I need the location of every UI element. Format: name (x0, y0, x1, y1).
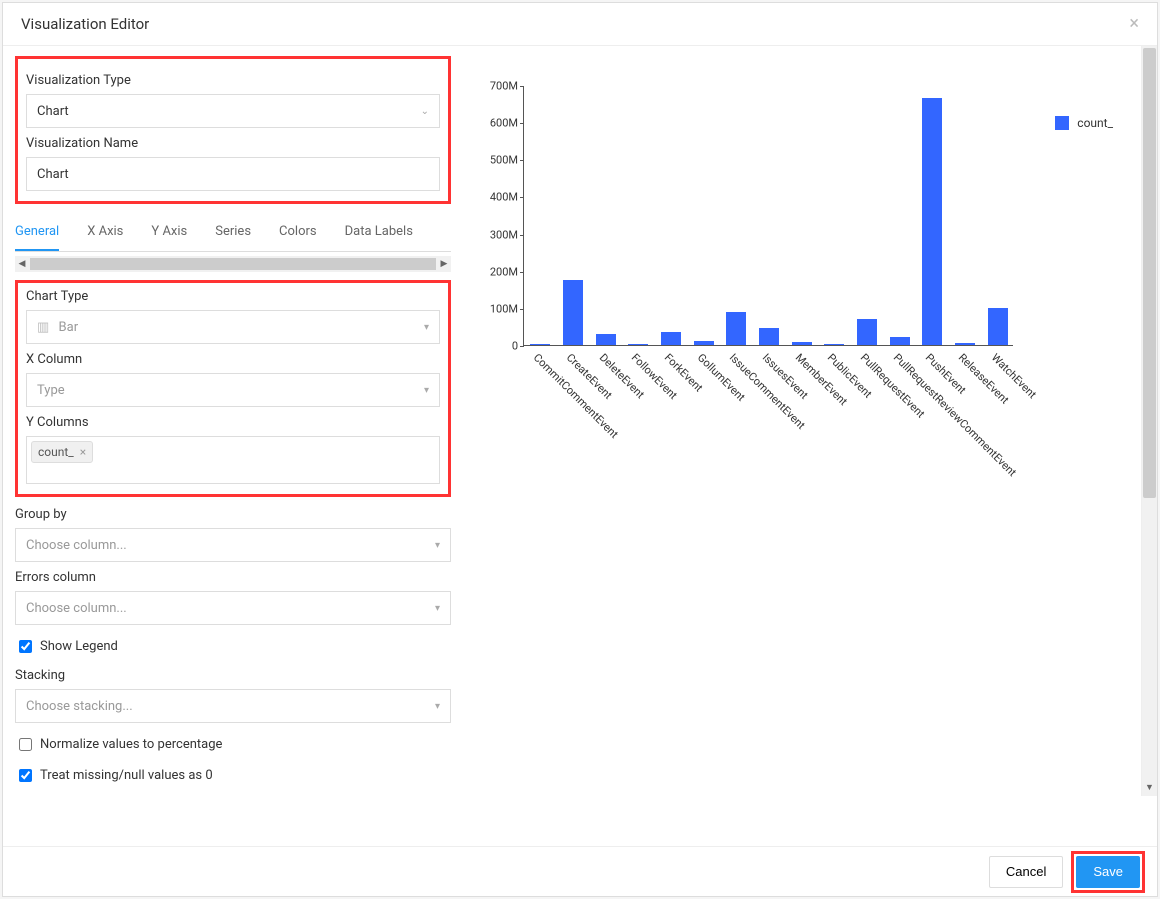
legend-swatch (1055, 116, 1069, 130)
y-tick-label: 400M (476, 191, 524, 204)
y-columns-label: Y Columns (26, 415, 440, 430)
chart-bar[interactable] (563, 280, 583, 345)
chart-preview-panel: count_ 0100M200M300M400M500M600M700MComm… (463, 46, 1157, 846)
errors-column-select[interactable]: Choose column... ▾ (15, 591, 451, 625)
stacking-select[interactable]: Choose stacking... ▾ (15, 689, 451, 723)
modal-header: Visualization Editor × (3, 3, 1157, 46)
errors-column-label: Errors column (15, 570, 451, 585)
scroll-thumb[interactable] (1143, 48, 1156, 498)
chart-bar[interactable] (726, 312, 746, 345)
chart-bar[interactable] (530, 344, 550, 345)
errors-column-placeholder: Choose column... (26, 601, 127, 616)
x-column-label: X Column (26, 352, 440, 367)
highlight-save: Save (1071, 851, 1145, 893)
chart-bar[interactable] (759, 328, 779, 345)
chart-bar[interactable] (628, 344, 648, 345)
tab-series[interactable]: Series (215, 214, 251, 251)
chart-bar[interactable] (988, 308, 1008, 345)
y-column-tag: count_ × (31, 441, 93, 463)
treat-missing-label: Treat missing/null values as 0 (40, 768, 213, 783)
chart-bar[interactable] (661, 332, 681, 345)
scroll-down-icon[interactable]: ▼ (1142, 782, 1157, 796)
modal-title: Visualization Editor (21, 15, 149, 33)
chart-bar[interactable] (922, 98, 942, 345)
y-tick-label: 600M (476, 117, 524, 130)
chart-bar[interactable] (857, 319, 877, 345)
chart-bar[interactable] (596, 334, 616, 345)
y-columns-input[interactable]: count_ × (26, 436, 440, 484)
chevron-down-icon: ▾ (435, 540, 440, 551)
bar-chart-icon: ▥ (37, 320, 49, 335)
normalize-label: Normalize values to percentage (40, 737, 222, 752)
left-panel: Visualization Type Chart ⌄ Visualization… (3, 46, 463, 846)
viz-name-label: Visualization Name (26, 136, 440, 151)
viz-name-input[interactable]: Chart (26, 157, 440, 191)
chevron-down-icon: ▾ (435, 701, 440, 712)
chart-bar[interactable] (955, 343, 975, 345)
modal-body: Visualization Type Chart ⌄ Visualization… (3, 46, 1157, 846)
scroll-left-icon[interactable]: ◀ (15, 259, 29, 269)
scroll-right-icon[interactable]: ▶ (437, 259, 451, 269)
group-by-label: Group by (15, 507, 451, 522)
chart-bar[interactable] (890, 337, 910, 345)
y-tick-label: 0 (476, 340, 524, 353)
chevron-down-icon: ▾ (424, 322, 429, 333)
y-tick-label: 300M (476, 228, 524, 241)
legend-label: count_ (1077, 116, 1113, 130)
viz-name-value: Chart (37, 167, 69, 182)
y-column-tag-label: count_ (38, 445, 74, 459)
chart-plot: count_ 0100M200M300M400M500M600M700MComm… (523, 86, 1013, 346)
highlight-general-fields: Chart Type ▥ Bar ▾ X Column Type ▾ Y Col… (15, 280, 451, 497)
tab-yaxis[interactable]: Y Axis (151, 214, 187, 251)
highlight-viz-meta: Visualization Type Chart ⌄ Visualization… (15, 56, 451, 204)
treat-missing-checkbox[interactable] (19, 769, 32, 782)
editor-tabs: General X Axis Y Axis Series Colors Data… (15, 214, 451, 252)
viz-type-select[interactable]: Chart ⌄ (26, 94, 440, 128)
y-tick-label: 100M (476, 302, 524, 315)
chart-type-label: Chart Type (26, 289, 440, 304)
stacking-label: Stacking (15, 668, 451, 683)
group-by-placeholder: Choose column... (26, 538, 127, 553)
viz-type-label: Visualization Type (26, 73, 440, 88)
tab-xaxis[interactable]: X Axis (87, 214, 123, 251)
tabs-horizontal-scrollbar[interactable]: ◀ ▶ (15, 256, 451, 272)
show-legend-checkbox[interactable] (19, 640, 32, 653)
show-legend-row[interactable]: Show Legend (15, 637, 451, 656)
normalize-row[interactable]: Normalize values to percentage (15, 735, 451, 754)
tab-datalabels[interactable]: Data Labels (345, 214, 413, 251)
x-column-select[interactable]: Type ▾ (26, 373, 440, 407)
chart-type-select[interactable]: ▥ Bar ▾ (26, 310, 440, 344)
chart-bar[interactable] (694, 341, 714, 345)
chart-type-value: Bar (59, 320, 79, 335)
tab-colors[interactable]: Colors (279, 214, 317, 251)
chart-area: count_ 0100M200M300M400M500M600M700MComm… (473, 66, 1113, 536)
normalize-checkbox[interactable] (19, 738, 32, 751)
y-tick-label: 700M (476, 80, 524, 93)
y-tick-label: 200M (476, 265, 524, 278)
show-legend-label: Show Legend (40, 639, 118, 654)
modal-footer: Cancel Save (3, 846, 1157, 896)
remove-tag-icon[interactable]: × (80, 445, 86, 459)
chevron-down-icon: ⌄ (421, 106, 429, 117)
treat-missing-row[interactable]: Treat missing/null values as 0 (15, 766, 451, 785)
viz-type-value: Chart (37, 104, 69, 119)
close-icon[interactable]: × (1129, 15, 1139, 33)
chart-bar[interactable] (824, 344, 844, 345)
chart-legend: count_ (1055, 116, 1113, 130)
chevron-down-icon: ▾ (424, 385, 429, 396)
x-column-value: Type (37, 383, 65, 398)
chart-bar[interactable] (792, 342, 812, 345)
scroll-track[interactable] (30, 258, 436, 270)
chevron-down-icon: ▾ (435, 603, 440, 614)
group-by-select[interactable]: Choose column... ▾ (15, 528, 451, 562)
cancel-button[interactable]: Cancel (989, 856, 1063, 888)
save-button[interactable]: Save (1076, 856, 1140, 888)
stacking-placeholder: Choose stacking... (26, 699, 133, 714)
visualization-editor-modal: Visualization Editor × Visualization Typ… (2, 2, 1158, 897)
y-tick-label: 500M (476, 154, 524, 167)
modal-vertical-scrollbar[interactable]: ▲ ▼ (1141, 46, 1157, 796)
tab-general[interactable]: General (15, 214, 59, 251)
